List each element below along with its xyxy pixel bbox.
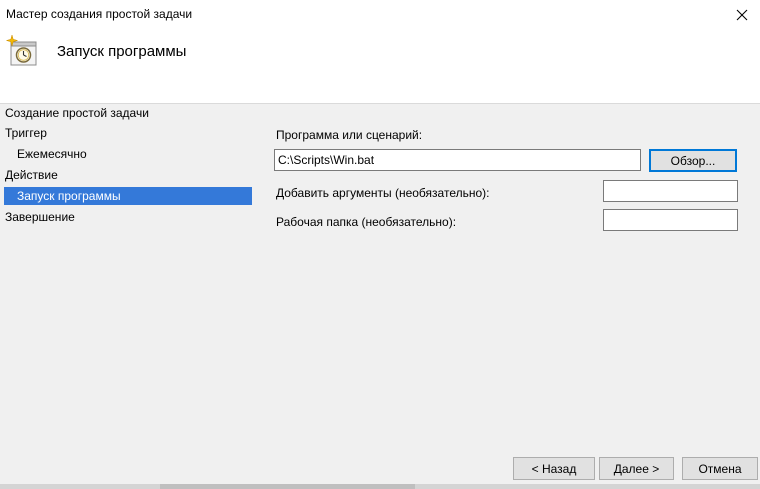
step-start-program[interactable]: Запуск программы	[4, 187, 252, 205]
window-title: Мастер создания простой задачи	[6, 7, 193, 21]
step-label: Создание простой задачи	[5, 106, 149, 120]
working-folder-input[interactable]	[603, 209, 738, 231]
arguments-label: Добавить аргументы (необязательно):	[276, 186, 490, 200]
taskbar-segment	[160, 484, 415, 489]
step-monthly[interactable]: Ежемесячно	[17, 145, 87, 163]
program-input[interactable]	[274, 149, 641, 171]
step-action[interactable]: Действие	[5, 166, 58, 184]
browse-button[interactable]: Обзор...	[649, 149, 737, 172]
step-trigger[interactable]: Триггер	[5, 124, 47, 142]
program-label: Программа или сценарий:	[276, 128, 423, 142]
close-icon	[736, 9, 748, 21]
next-button-label: Далее >	[613, 461, 660, 476]
step-label: Завершение	[5, 210, 75, 224]
cancel-button-label: Отмена	[698, 461, 742, 476]
arguments-input[interactable]	[603, 180, 738, 202]
step-label: Действие	[5, 168, 58, 182]
step-label: Триггер	[5, 126, 47, 140]
page-heading: Запуск программы	[57, 43, 187, 60]
back-button[interactable]: < Назад	[513, 457, 595, 480]
cancel-button[interactable]: Отмена	[682, 457, 758, 480]
step-label: Запуск программы	[17, 189, 121, 203]
back-button-label: < Назад	[531, 461, 577, 476]
wizard-steps-pane: Создание простой задачи Триггер Ежемесяч…	[0, 104, 256, 489]
wizard-window: Мастер создания простой задачи Запуск пр…	[0, 0, 760, 489]
step-create-task[interactable]: Создание простой задачи	[5, 104, 149, 122]
scheduled-task-wizard-icon	[6, 35, 37, 66]
step-finish[interactable]: Завершение	[5, 208, 75, 226]
close-button[interactable]	[728, 2, 756, 28]
working-folder-label: Рабочая папка (необязательно):	[276, 215, 457, 229]
browse-button-label: Обзор...	[670, 153, 716, 168]
step-label: Ежемесячно	[17, 147, 87, 161]
wizard-header: Мастер создания простой задачи Запуск пр…	[0, 0, 760, 104]
next-button[interactable]: Далее >	[599, 457, 674, 480]
